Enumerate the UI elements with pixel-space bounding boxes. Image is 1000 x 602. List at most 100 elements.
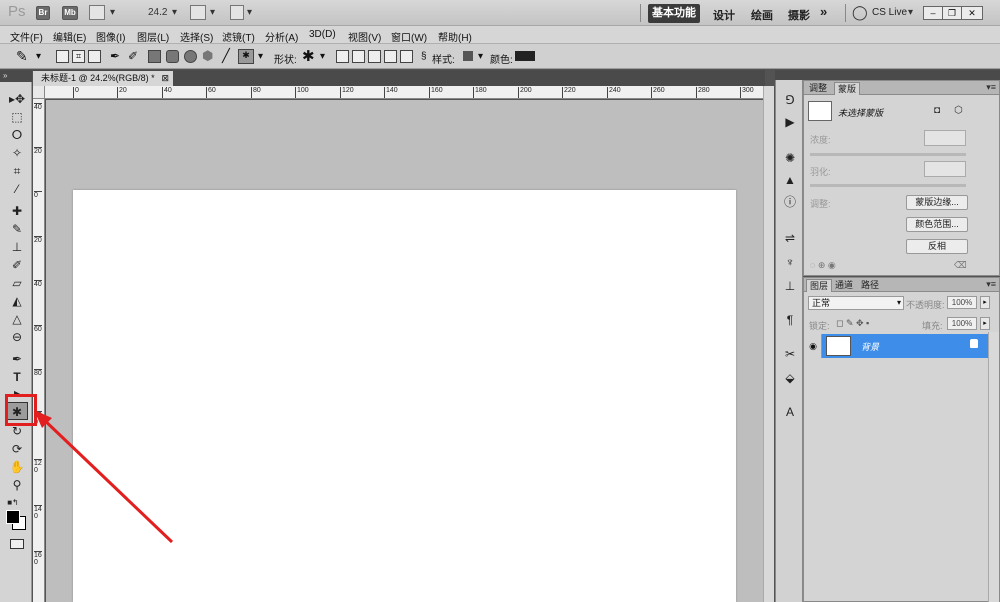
polygon-icon[interactable]: ⬢ [202,48,213,64]
tab-masks[interactable]: 蒙版 [834,82,861,95]
screen-mode-button[interactable] [230,5,244,20]
tool-preset-dropdown-icon[interactable]: ▾ [36,51,41,62]
document-canvas[interactable] [73,190,736,602]
dock-header[interactable] [775,70,803,80]
feather-field[interactable] [924,161,966,177]
rectangle-icon[interactable] [148,50,161,63]
custom-shape-tool-icon[interactable]: ✱ [238,49,254,64]
tool-presets-icon[interactable]: ⊥ [781,278,799,294]
feather-slider[interactable] [810,184,966,187]
layers-scrollbar[interactable] [988,332,999,602]
shape-dropdown-icon[interactable]: ▾ [258,51,263,62]
density-field[interactable] [924,130,966,146]
link-icon[interactable]: § [421,51,427,62]
workspace-design[interactable]: 设计 [713,7,735,23]
horizontal-ruler[interactable]: 0 20 40 60 80 100 120 140 160 180 200 22… [45,86,763,99]
paths-icon[interactable]: ⌗ [72,50,85,63]
cslive-menu[interactable]: CS Live [872,7,907,18]
minimize-button[interactable]: – [923,6,943,20]
eraser-icon[interactable]: ▱ [6,274,28,292]
shape-layers-icon[interactable] [56,50,69,63]
foreground-color-swatch[interactable] [6,510,20,524]
vector-mask-icon[interactable]: ⬡ [954,105,963,116]
opacity-field[interactable]: 100% [947,296,977,309]
3d-panel-icon[interactable]: ✂ [781,346,799,362]
navigator-panel-icon[interactable]: ✺ [781,150,799,166]
paragraph-panel-icon[interactable]: ¶ [781,312,799,328]
screen-mode-dropdown-icon[interactable]: ▾ [247,7,252,18]
color-range-button[interactable]: 颜色范围... [906,217,968,232]
menu-help[interactable]: 帮助(H) [438,29,472,44]
ellipse-icon[interactable] [184,50,197,63]
close-button[interactable]: ✕ [961,6,983,20]
actions-panel-icon[interactable]: ▶ [781,114,799,130]
add-shape-area-icon[interactable] [352,50,365,63]
fill-field[interactable]: 100% [947,317,977,330]
blur-icon[interactable]: △ [6,310,28,328]
view-extras-dropdown-icon[interactable]: ▾ [110,7,115,18]
intersect-shape-area-icon[interactable] [384,50,397,63]
layer-row-background[interactable]: ◉ 背景 [805,334,988,358]
history-brush-icon[interactable]: ✐ [6,256,28,274]
panel-menu-icon[interactable]: ▾≡ [986,279,996,290]
panel-menu-icon[interactable]: ▾≡ [986,82,996,93]
vertical-ruler[interactable]: 40 20 0 20 40 60 80 100 120 140 160 [33,99,45,602]
move-icon[interactable]: ▸✥ [6,90,28,108]
menu-select[interactable]: 选择(S) [180,29,213,44]
shape-picker-icon[interactable]: ✱ [302,47,315,65]
quick-mask-icon[interactable] [10,539,24,549]
info-panel-icon[interactable]: ⓘ [781,194,799,210]
invert-button[interactable]: 反相 [906,239,968,254]
quick-select-icon[interactable]: ✧ [6,144,28,162]
cslive-dropdown-icon[interactable]: ▾ [908,7,913,18]
ruler-origin[interactable] [33,86,45,99]
menu-view[interactable]: 视图(V) [348,29,381,44]
vertical-scrollbar[interactable] [763,86,774,602]
menu-file[interactable]: 文件(F) [10,29,43,44]
restore-button[interactable]: ❐ [942,6,962,20]
pen-icon[interactable]: ✒ [110,49,120,63]
fill-slider-icon[interactable]: ▸ [980,317,990,330]
view-extras-button[interactable] [89,5,105,20]
style-swatch[interactable] [463,51,473,61]
right-panels-header[interactable] [803,70,1000,80]
hand-icon[interactable]: ✋ [6,458,28,476]
shape-picker-dropdown-icon[interactable]: ▾ [320,51,325,62]
history-panel-icon[interactable]: ⅁ [781,92,799,108]
freeform-pen-icon[interactable]: ✐ [128,49,138,63]
mini-bridge-button[interactable]: Mb [62,6,78,20]
menu-analysis[interactable]: 分析(A) [265,29,298,44]
brush-presets-icon[interactable]: ⇌ [781,230,799,246]
menu-edit[interactable]: 编辑(E) [53,29,86,44]
stamp-icon[interactable]: ⊥ [6,238,28,256]
3d-orbit-icon[interactable]: ⟳ [6,440,28,458]
color-swatch[interactable] [515,51,535,61]
workspace-essentials[interactable]: 基本功能 [648,4,700,23]
zoom-level[interactable]: 24.2 [148,7,167,18]
clone-source-icon[interactable]: ♆ [781,254,799,270]
selection-from-mask-icon[interactable]: ◌ ⊕ ◉ [810,260,836,271]
marquee-icon[interactable]: ⬚ [6,108,28,126]
bucket-icon[interactable]: ◭ [6,292,28,310]
tab-layers[interactable]: 图层 [806,279,833,292]
brush-icon[interactable]: ✎ [6,220,28,238]
layer-name[interactable]: 背景 [861,340,879,353]
dodge-icon[interactable]: ⊖ [6,328,28,346]
line-icon[interactable]: ╱ [222,48,230,64]
menu-layer[interactable]: 图层(L) [137,29,169,44]
density-slider[interactable] [810,153,966,156]
eyedropper-icon[interactable]: ⁄ [6,180,28,198]
rounded-rectangle-icon[interactable] [166,50,179,63]
character-panel-icon[interactable]: A [781,404,799,420]
menu-image[interactable]: 图像(I) [96,29,125,44]
visibility-eye-icon[interactable]: ◉ [805,334,822,358]
menu-window[interactable]: 窗口(W) [391,29,427,44]
fill-pixels-icon[interactable] [88,50,101,63]
mask-edge-button[interactable]: 蒙版边缘... [906,195,968,210]
blend-mode-select[interactable]: 正常 ▾ [808,296,904,310]
menu-filter[interactable]: 滤镜(T) [222,29,255,44]
histogram-panel-icon[interactable]: ▲ [781,172,799,188]
healing-icon[interactable]: ✚ [6,202,28,220]
tab-channels[interactable]: 通道 [832,279,856,292]
lock-icons[interactable]: ◻ ✎ ✥ ▪ [836,318,869,329]
